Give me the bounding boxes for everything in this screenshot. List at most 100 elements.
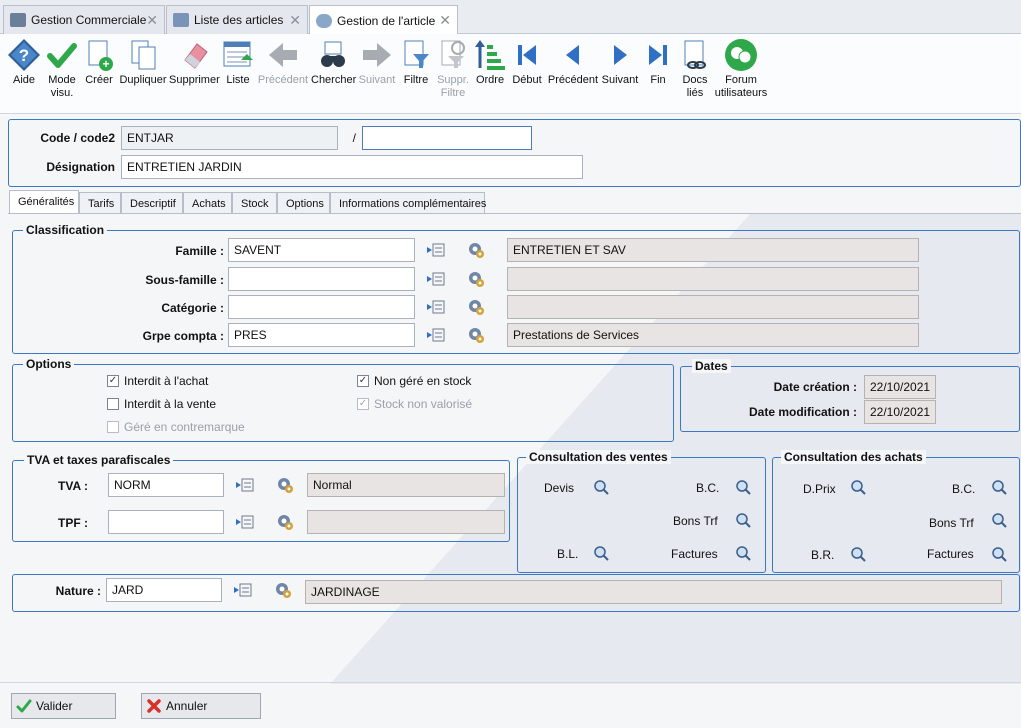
binoculars-icon xyxy=(321,41,345,67)
view-mode-button[interactable]: Mode visu. xyxy=(44,38,80,100)
gere-contremarque-checkbox[interactable]: Géré en contremarque xyxy=(107,420,245,434)
achats-bons-trf-label: Bons Trf xyxy=(929,516,974,530)
linked-docs-button[interactable]: Docs liés xyxy=(677,38,713,100)
interdit-vente-checkbox[interactable]: Interdit à la vente xyxy=(107,397,216,411)
first-button[interactable]: Début xyxy=(509,38,545,87)
linked-docs-icon xyxy=(684,40,706,69)
achats-title: Consultation des achats xyxy=(781,450,926,464)
achats-bc-label: B.C. xyxy=(952,482,976,496)
magnifier-icon[interactable] xyxy=(991,546,1007,562)
tab-gestion-commerciale[interactable]: Gestion Commerciale ✕ xyxy=(3,5,165,34)
code-label: Code / code2 xyxy=(40,131,115,145)
help-button[interactable]: ? Aide xyxy=(4,38,44,87)
previous-button[interactable]: Précédent xyxy=(547,38,599,87)
close-icon[interactable]: ✕ xyxy=(289,12,301,29)
tab-informations-complementaires[interactable]: Informations complémentaires xyxy=(330,192,486,214)
list-select-icon[interactable] xyxy=(427,328,445,342)
next-button[interactable]: Suivant xyxy=(600,38,640,87)
tab-achats[interactable]: Achats xyxy=(183,192,232,214)
tab-stock[interactable]: Stock xyxy=(232,192,277,214)
close-icon[interactable]: ✕ xyxy=(439,12,451,29)
magnifier-icon[interactable] xyxy=(735,512,751,528)
dates-panel xyxy=(680,366,1020,432)
tab-generalites[interactable]: Généralités xyxy=(9,190,79,214)
first-icon xyxy=(518,45,536,65)
list-select-icon[interactable] xyxy=(234,583,252,597)
tab-gestion-article[interactable]: Gestion de l'article ✕ xyxy=(309,5,458,35)
magnifier-icon[interactable] xyxy=(991,512,1007,528)
code-separator: / xyxy=(352,131,356,145)
magnifier-icon[interactable] xyxy=(593,545,609,561)
achats-br-label: B.R. xyxy=(811,548,835,562)
forum-button[interactable]: Forum utilisateurs xyxy=(714,38,768,100)
list-select-icon[interactable] xyxy=(427,243,445,257)
famille-input[interactable]: SAVENT xyxy=(228,238,415,262)
new-doc-icon: + xyxy=(88,40,113,71)
svg-text:+: + xyxy=(102,57,109,71)
magnifier-icon[interactable] xyxy=(593,479,609,495)
filter-button[interactable]: Filtre xyxy=(399,38,433,87)
magnifier-icon[interactable] xyxy=(735,479,751,495)
close-icon[interactable]: ✕ xyxy=(146,12,158,29)
checkbox-box: ✓ xyxy=(107,375,119,387)
list-select-icon[interactable] xyxy=(427,300,445,314)
grpe-compta-input[interactable]: PRES xyxy=(228,323,415,347)
classification-title: Classification xyxy=(23,223,108,237)
tab-label: Gestion de l'article xyxy=(337,13,436,28)
list-select-icon[interactable] xyxy=(427,272,445,286)
code2-input[interactable] xyxy=(362,126,532,150)
previous-disabled-button[interactable]: Précédent xyxy=(257,38,309,87)
magnifier-icon[interactable] xyxy=(850,479,866,495)
cancel-button[interactable]: Annuler xyxy=(141,693,261,719)
code-input[interactable]: ENTJAR xyxy=(121,126,338,150)
last-button[interactable]: Fin xyxy=(641,38,675,87)
non-gere-stock-checkbox[interactable]: ✓ Non géré en stock xyxy=(357,374,471,388)
arrow-left-icon xyxy=(269,43,297,67)
gear-icon[interactable] xyxy=(467,298,485,316)
tab-options[interactable]: Options xyxy=(277,192,330,214)
gear-icon xyxy=(316,13,332,28)
ventes-bons-trf-label: Bons Trf xyxy=(673,514,718,528)
magnifier-icon[interactable] xyxy=(735,545,751,561)
gear-icon[interactable] xyxy=(467,326,485,344)
ventes-devis-label: Devis xyxy=(544,481,575,495)
magnifier-icon[interactable] xyxy=(991,479,1007,495)
search-button[interactable]: Chercher xyxy=(311,38,356,87)
tab-descriptif[interactable]: Descriptif xyxy=(121,192,183,214)
next-disabled-button[interactable]: Suivant xyxy=(357,38,397,87)
ventes-panel xyxy=(517,457,766,573)
tab-tarifs[interactable]: Tarifs xyxy=(79,192,121,214)
tpf-input[interactable] xyxy=(108,510,224,534)
magnifier-icon[interactable] xyxy=(850,546,866,562)
stock-non-valorise-checkbox[interactable]: ✓ Stock non valorisé xyxy=(357,397,472,411)
forum-icon xyxy=(725,39,757,71)
gear-icon[interactable] xyxy=(467,270,485,288)
gear-icon[interactable] xyxy=(276,513,294,531)
gear-icon[interactable] xyxy=(274,581,292,599)
gear-icon[interactable] xyxy=(276,476,294,494)
tab-liste-articles[interactable]: Liste des articles ✕ xyxy=(166,5,308,34)
duplicate-button[interactable]: Dupliquer xyxy=(119,38,167,87)
designation-input[interactable]: ENTRETIEN JARDIN xyxy=(121,155,583,179)
filter-icon xyxy=(404,40,429,68)
remove-filter-button[interactable]: Suppr. Filtre xyxy=(435,38,471,100)
tpf-label: TPF : xyxy=(58,516,88,530)
list-select-icon[interactable] xyxy=(236,515,254,529)
options-title: Options xyxy=(23,357,75,371)
tva-input[interactable]: NORM xyxy=(108,473,224,497)
validate-button[interactable]: Valider xyxy=(11,693,116,719)
order-button[interactable]: Ordre xyxy=(473,38,507,87)
list-button[interactable]: Liste xyxy=(221,38,255,87)
ventes-factures-label: Factures xyxy=(671,547,718,561)
delete-button[interactable]: Supprimer xyxy=(169,38,220,87)
list-select-icon[interactable] xyxy=(236,478,254,492)
create-button[interactable]: + Créer xyxy=(82,38,116,87)
famille-description: ENTRETIEN ET SAV xyxy=(507,238,919,262)
nature-input[interactable]: JARD xyxy=(106,578,222,602)
sous-famille-input[interactable] xyxy=(228,267,415,291)
interdit-achat-checkbox[interactable]: ✓ Interdit à l'achat xyxy=(107,374,208,388)
last-icon xyxy=(649,45,667,65)
gear-icon[interactable] xyxy=(467,241,485,259)
categorie-input[interactable] xyxy=(228,295,415,319)
ventes-bc-label: B.C. xyxy=(696,481,720,495)
